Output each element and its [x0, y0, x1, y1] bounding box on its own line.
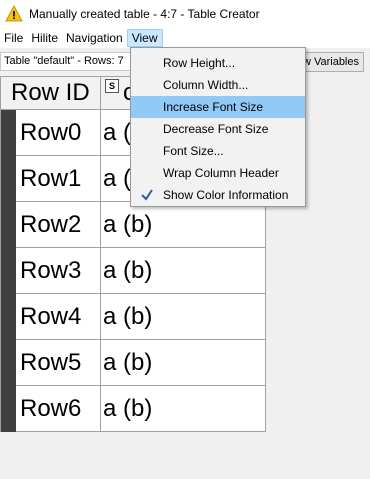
- view-menu-dropdown: Row Height... Column Width... Increase F…: [130, 47, 306, 207]
- menu-navigation[interactable]: Navigation: [62, 29, 127, 47]
- menu-item-label: Show Color Information: [163, 188, 289, 202]
- menu-item-row-height[interactable]: Row Height...: [131, 52, 305, 74]
- warning-icon: [5, 4, 23, 23]
- color-info-strip: [1, 294, 16, 340]
- row-id-cell[interactable]: Row2: [16, 202, 101, 248]
- color-info-strip: [1, 110, 16, 156]
- menu-item-label: Column Width...: [163, 78, 249, 92]
- color-info-strip: [1, 340, 16, 386]
- row-id-cell[interactable]: Row1: [16, 156, 101, 202]
- table-row[interactable]: Row2 a (b): [1, 202, 266, 248]
- row-id-cell[interactable]: Row5: [16, 340, 101, 386]
- menu-bar: File Hilite Navigation View: [0, 28, 370, 48]
- color-info-strip: [1, 156, 16, 202]
- value-cell[interactable]: a (b): [101, 340, 266, 386]
- menu-item-label: Wrap Column Header: [163, 166, 279, 180]
- checkmark-icon: [140, 184, 154, 206]
- table-row[interactable]: Row3 a (b): [1, 248, 266, 294]
- header-row-id[interactable]: Row ID: [1, 76, 101, 110]
- value-cell[interactable]: a (b): [101, 202, 266, 248]
- menu-view[interactable]: View: [126, 29, 163, 47]
- menu-item-wrap-column-header[interactable]: Wrap Column Header: [131, 162, 305, 184]
- menu-hilite[interactable]: Hilite: [27, 29, 62, 47]
- menu-item-label: Font Size...: [163, 144, 224, 158]
- menu-item-show-color-information[interactable]: Show Color Information: [131, 184, 305, 206]
- table-row[interactable]: Row6 a (b): [1, 386, 266, 432]
- row-id-cell[interactable]: Row3: [16, 248, 101, 294]
- table-creator-window: Manually created table - 4:7 - Table Cre…: [0, 0, 370, 479]
- color-info-strip: [1, 386, 16, 432]
- menu-item-label: Increase Font Size: [163, 100, 264, 114]
- string-type-icon: S: [105, 79, 119, 93]
- menu-item-label: Decrease Font Size: [163, 122, 269, 136]
- row-id-cell[interactable]: Row0: [16, 110, 101, 156]
- value-cell[interactable]: a (b): [101, 248, 266, 294]
- value-cell[interactable]: a (b): [101, 294, 266, 340]
- row-id-cell[interactable]: Row4: [16, 294, 101, 340]
- flow-variables-button[interactable]: w Variables: [298, 52, 364, 72]
- value-cell[interactable]: a (b): [101, 386, 266, 432]
- menu-item-increase-font-size[interactable]: Increase Font Size: [131, 96, 305, 118]
- menu-item-label: Row Height...: [163, 56, 236, 70]
- window-title: Manually created table - 4:7 - Table Cre…: [29, 7, 260, 21]
- row-id-cell[interactable]: Row6: [16, 386, 101, 432]
- menu-item-decrease-font-size[interactable]: Decrease Font Size: [131, 118, 305, 140]
- title-bar: Manually created table - 4:7 - Table Cre…: [0, 0, 370, 28]
- color-info-strip: [1, 202, 16, 248]
- menu-item-column-width[interactable]: Column Width...: [131, 74, 305, 96]
- menu-file[interactable]: File: [0, 29, 27, 47]
- table-row[interactable]: Row4 a (b): [1, 294, 266, 340]
- menu-item-font-size[interactable]: Font Size...: [131, 140, 305, 162]
- table-row[interactable]: Row5 a (b): [1, 340, 266, 386]
- color-info-strip: [1, 248, 16, 294]
